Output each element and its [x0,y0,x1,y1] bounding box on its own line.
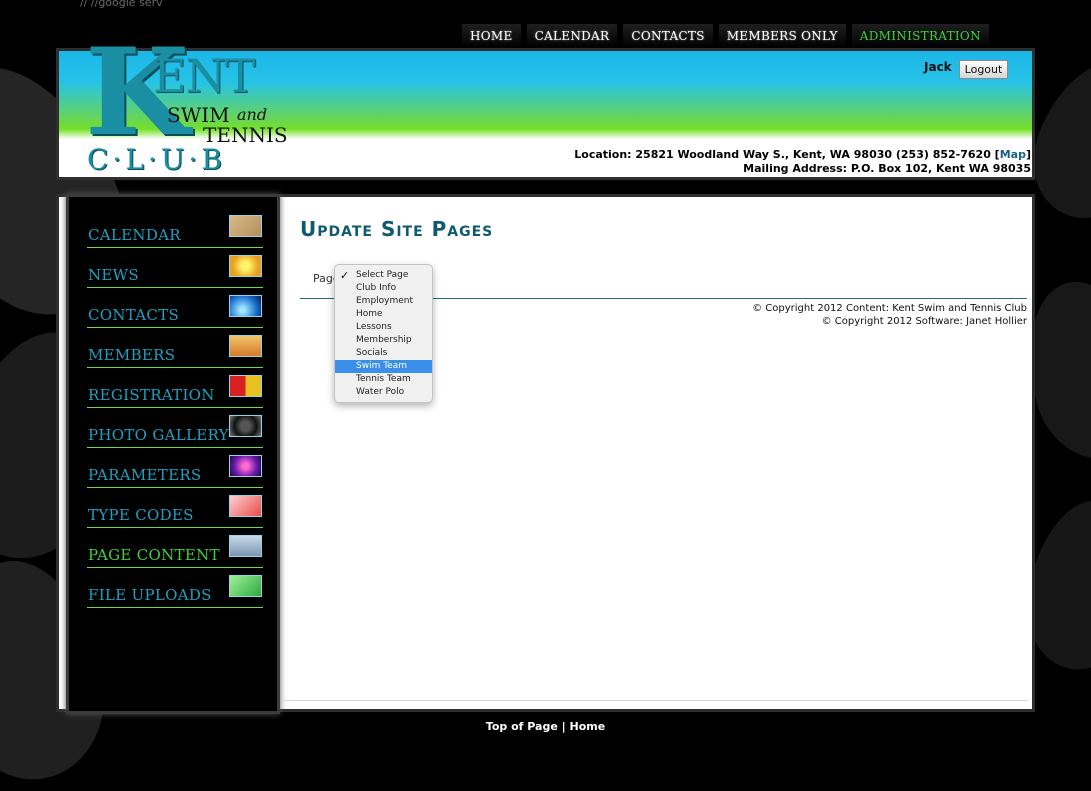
checkmark-icon: ✓ [340,269,350,282]
sidebar-item-contacts[interactable]: CONTACTS [87,289,263,328]
content-bottom-divider [282,700,1028,701]
page-option[interactable]: Home [335,308,432,321]
sidebar-item-news[interactable]: NEWS [87,249,263,288]
copyright-software: © Copyright 2012 Software: Janet Hollier [821,316,1027,327]
top-of-page-link[interactable]: Top of Page [486,720,558,733]
logo-letters-ent: ENT [153,49,256,103]
logo-club: C·L·U·B [87,143,226,176]
page-option[interactable]: ✓ Select Page [335,269,432,282]
copyright-content: © Copyright 2012 Content: Kent Swim and … [752,303,1027,314]
sidebar-item-members[interactable]: MEMBERS [87,329,263,368]
sidebar-item-label: PAGE CONTENT [88,546,220,564]
sidebar-item-parameters[interactable]: PARAMETERS [87,449,263,488]
camera-thumbnail-icon [229,415,262,437]
file-uploads-thumbnail-icon [229,575,262,597]
page-title: Update Site Pages [300,217,494,241]
page-option[interactable]: Employment [335,295,432,308]
top-code-snippet: // //google serv [80,0,163,9]
sidebar-item-label: REGISTRATION [88,386,215,404]
sidebar-item-label: TYPE CODES [88,506,194,524]
page-option[interactable]: Socials [335,347,432,360]
sidebar-item-type-codes[interactable]: TYPE CODES [87,489,263,528]
sidebar-item-registration[interactable]: REGISTRATION [87,369,263,408]
page-content-thumbnail-icon [229,535,262,557]
logo-and: and [237,105,268,124]
page-option[interactable]: Water Polo [335,386,432,399]
location-bracket: ] [1025,148,1031,161]
sidebar-item-calendar[interactable]: CALENDAR [87,209,263,248]
location-text: Location: 25821 Woodland Way S., Kent, W… [574,148,1000,161]
page-option-highlighted[interactable]: Swim Team [335,360,432,373]
page-select-dropdown[interactable]: ✓ Select Page Club Info Employment Home L… [334,264,433,403]
top-nav-members-only[interactable]: MEMBERS ONLY [718,24,846,48]
top-nav-home[interactable]: HOME [462,24,521,48]
page-option[interactable]: Lessons [335,321,432,334]
footer-separator: | [561,720,566,733]
top-nav-calendar[interactable]: CALENDAR [526,24,618,48]
registration-thumbnail-icon [229,375,262,397]
calendar-thumbnail-icon [229,215,262,237]
admin-sidebar: CALENDAR NEWS CONTACTS MEMBERS REGISTRAT… [66,194,280,714]
type-codes-thumbnail-icon [229,495,262,517]
sidebar-item-label: CALENDAR [88,226,181,244]
logged-in-user: Jack [924,60,952,74]
club-logo[interactable]: K ENT SWIM and TENNIS C·L·U·B [75,33,288,177]
sidebar-item-label: CONTACTS [88,306,180,324]
sidebar-item-label: PARAMETERS [88,466,202,484]
top-nav-administration[interactable]: ADMINISTRATION [851,24,989,48]
location-address: Location: 25821 Woodland Way S., Kent, W… [574,148,1031,161]
page-option[interactable]: Membership [335,334,432,347]
logout-button[interactable]: Logout [959,60,1008,79]
page-option[interactable]: Tennis Team [335,373,432,386]
map-link[interactable]: Map [1000,148,1026,161]
sidebar-item-label: NEWS [88,266,139,284]
mailing-address: Mailing Address: P.O. Box 102, Kent WA 9… [743,162,1031,175]
sidebar-item-label: FILE UPLOADS [88,586,212,604]
sidebar-item-photo-gallery[interactable]: PHOTO GALLERY [87,409,263,448]
sidebar-item-label: MEMBERS [88,346,176,364]
footer-links: Top of Page | Home [0,720,1091,733]
sidebar-item-file-uploads[interactable]: FILE UPLOADS [87,569,263,608]
members-thumbnail-icon [229,335,262,357]
footer-home-link[interactable]: Home [570,720,606,733]
page-option[interactable]: Club Info [335,282,432,295]
top-nav-contacts[interactable]: CONTACTS [623,24,713,48]
sidebar-item-page-content[interactable]: PAGE CONTENT [87,529,263,568]
news-thumbnail-icon [229,255,262,277]
top-nav: HOME CALENDAR CONTACTS MEMBERS ONLY ADMI… [462,24,995,48]
contacts-thumbnail-icon [229,295,262,317]
parameters-thumbnail-icon [229,455,262,477]
sidebar-item-label: PHOTO GALLERY [88,426,229,444]
